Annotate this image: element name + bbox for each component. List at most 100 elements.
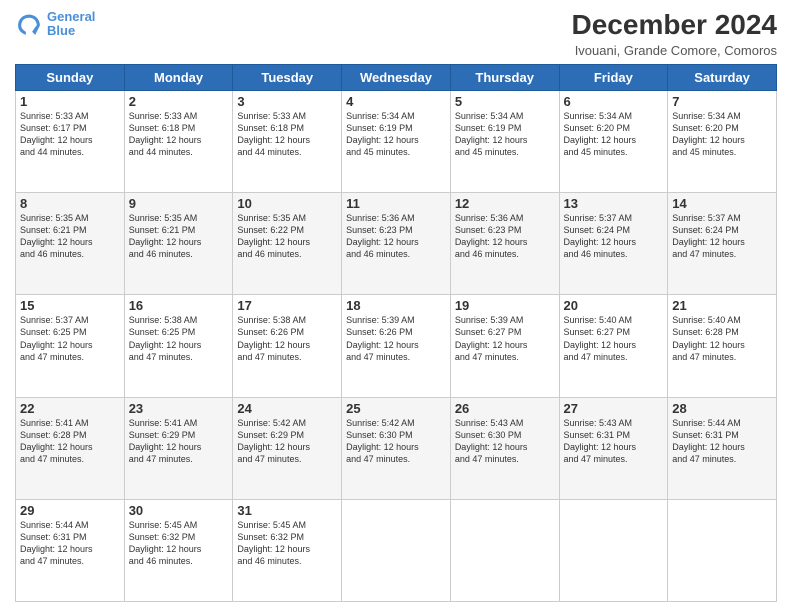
day-number: 2	[129, 94, 229, 109]
day-number: 14	[672, 196, 772, 211]
table-row: 15 Sunrise: 5:37 AM Sunset: 6:25 PM Dayl…	[16, 295, 125, 397]
day-info: Sunrise: 5:40 AM Sunset: 6:27 PM Dayligh…	[564, 314, 664, 363]
logo-icon	[15, 10, 43, 38]
sub-title: Ivouani, Grande Comore, Comoros	[572, 43, 777, 58]
day-number: 31	[237, 503, 337, 518]
table-row: 3 Sunrise: 5:33 AM Sunset: 6:18 PM Dayli…	[233, 90, 342, 192]
col-friday: Friday	[559, 64, 668, 90]
table-row: 9 Sunrise: 5:35 AM Sunset: 6:21 PM Dayli…	[124, 193, 233, 295]
day-info: Sunrise: 5:34 AM Sunset: 6:19 PM Dayligh…	[346, 110, 446, 159]
col-sunday: Sunday	[16, 64, 125, 90]
day-info: Sunrise: 5:35 AM Sunset: 6:22 PM Dayligh…	[237, 212, 337, 261]
day-number: 26	[455, 401, 555, 416]
col-thursday: Thursday	[450, 64, 559, 90]
logo-text: General Blue	[47, 10, 95, 39]
day-info: Sunrise: 5:45 AM Sunset: 6:32 PM Dayligh…	[237, 519, 337, 568]
table-row: 8 Sunrise: 5:35 AM Sunset: 6:21 PM Dayli…	[16, 193, 125, 295]
table-row: 28 Sunrise: 5:44 AM Sunset: 6:31 PM Dayl…	[668, 397, 777, 499]
day-number: 7	[672, 94, 772, 109]
table-row: 11 Sunrise: 5:36 AM Sunset: 6:23 PM Dayl…	[342, 193, 451, 295]
day-number: 15	[20, 298, 120, 313]
table-row: 24 Sunrise: 5:42 AM Sunset: 6:29 PM Dayl…	[233, 397, 342, 499]
day-info: Sunrise: 5:38 AM Sunset: 6:25 PM Dayligh…	[129, 314, 229, 363]
day-info: Sunrise: 5:33 AM Sunset: 6:18 PM Dayligh…	[237, 110, 337, 159]
day-info: Sunrise: 5:44 AM Sunset: 6:31 PM Dayligh…	[672, 417, 772, 466]
day-number: 20	[564, 298, 664, 313]
day-info: Sunrise: 5:43 AM Sunset: 6:31 PM Dayligh…	[564, 417, 664, 466]
day-info: Sunrise: 5:42 AM Sunset: 6:29 PM Dayligh…	[237, 417, 337, 466]
day-number: 23	[129, 401, 229, 416]
day-number: 25	[346, 401, 446, 416]
day-number: 16	[129, 298, 229, 313]
day-number: 17	[237, 298, 337, 313]
table-row: 13 Sunrise: 5:37 AM Sunset: 6:24 PM Dayl…	[559, 193, 668, 295]
col-wednesday: Wednesday	[342, 64, 451, 90]
table-row	[559, 499, 668, 601]
day-number: 24	[237, 401, 337, 416]
header: General Blue December 2024 Ivouani, Gran…	[15, 10, 777, 58]
table-row: 29 Sunrise: 5:44 AM Sunset: 6:31 PM Dayl…	[16, 499, 125, 601]
day-info: Sunrise: 5:45 AM Sunset: 6:32 PM Dayligh…	[129, 519, 229, 568]
day-number: 22	[20, 401, 120, 416]
day-number: 30	[129, 503, 229, 518]
table-row: 12 Sunrise: 5:36 AM Sunset: 6:23 PM Dayl…	[450, 193, 559, 295]
day-info: Sunrise: 5:40 AM Sunset: 6:28 PM Dayligh…	[672, 314, 772, 363]
day-info: Sunrise: 5:38 AM Sunset: 6:26 PM Dayligh…	[237, 314, 337, 363]
day-number: 27	[564, 401, 664, 416]
table-row: 2 Sunrise: 5:33 AM Sunset: 6:18 PM Dayli…	[124, 90, 233, 192]
day-info: Sunrise: 5:36 AM Sunset: 6:23 PM Dayligh…	[455, 212, 555, 261]
table-row: 7 Sunrise: 5:34 AM Sunset: 6:20 PM Dayli…	[668, 90, 777, 192]
table-row: 16 Sunrise: 5:38 AM Sunset: 6:25 PM Dayl…	[124, 295, 233, 397]
table-row: 4 Sunrise: 5:34 AM Sunset: 6:19 PM Dayli…	[342, 90, 451, 192]
day-info: Sunrise: 5:39 AM Sunset: 6:27 PM Dayligh…	[455, 314, 555, 363]
table-row: 22 Sunrise: 5:41 AM Sunset: 6:28 PM Dayl…	[16, 397, 125, 499]
day-info: Sunrise: 5:39 AM Sunset: 6:26 PM Dayligh…	[346, 314, 446, 363]
day-info: Sunrise: 5:37 AM Sunset: 6:25 PM Dayligh…	[20, 314, 120, 363]
day-info: Sunrise: 5:33 AM Sunset: 6:18 PM Dayligh…	[129, 110, 229, 159]
table-row	[450, 499, 559, 601]
table-row: 26 Sunrise: 5:43 AM Sunset: 6:30 PM Dayl…	[450, 397, 559, 499]
page: General Blue December 2024 Ivouani, Gran…	[0, 0, 792, 612]
day-info: Sunrise: 5:35 AM Sunset: 6:21 PM Dayligh…	[129, 212, 229, 261]
day-info: Sunrise: 5:33 AM Sunset: 6:17 PM Dayligh…	[20, 110, 120, 159]
day-number: 13	[564, 196, 664, 211]
col-tuesday: Tuesday	[233, 64, 342, 90]
day-info: Sunrise: 5:34 AM Sunset: 6:19 PM Dayligh…	[455, 110, 555, 159]
day-info: Sunrise: 5:41 AM Sunset: 6:29 PM Dayligh…	[129, 417, 229, 466]
calendar-header-row: Sunday Monday Tuesday Wednesday Thursday…	[16, 64, 777, 90]
day-number: 8	[20, 196, 120, 211]
day-info: Sunrise: 5:34 AM Sunset: 6:20 PM Dayligh…	[564, 110, 664, 159]
calendar-table: Sunday Monday Tuesday Wednesday Thursday…	[15, 64, 777, 602]
day-info: Sunrise: 5:44 AM Sunset: 6:31 PM Dayligh…	[20, 519, 120, 568]
day-info: Sunrise: 5:43 AM Sunset: 6:30 PM Dayligh…	[455, 417, 555, 466]
table-row: 21 Sunrise: 5:40 AM Sunset: 6:28 PM Dayl…	[668, 295, 777, 397]
table-row: 19 Sunrise: 5:39 AM Sunset: 6:27 PM Dayl…	[450, 295, 559, 397]
table-row: 23 Sunrise: 5:41 AM Sunset: 6:29 PM Dayl…	[124, 397, 233, 499]
day-number: 5	[455, 94, 555, 109]
day-info: Sunrise: 5:34 AM Sunset: 6:20 PM Dayligh…	[672, 110, 772, 159]
day-info: Sunrise: 5:37 AM Sunset: 6:24 PM Dayligh…	[672, 212, 772, 261]
day-number: 18	[346, 298, 446, 313]
day-number: 28	[672, 401, 772, 416]
day-number: 10	[237, 196, 337, 211]
table-row: 31 Sunrise: 5:45 AM Sunset: 6:32 PM Dayl…	[233, 499, 342, 601]
table-row: 27 Sunrise: 5:43 AM Sunset: 6:31 PM Dayl…	[559, 397, 668, 499]
table-row: 14 Sunrise: 5:37 AM Sunset: 6:24 PM Dayl…	[668, 193, 777, 295]
day-number: 11	[346, 196, 446, 211]
day-info: Sunrise: 5:35 AM Sunset: 6:21 PM Dayligh…	[20, 212, 120, 261]
day-info: Sunrise: 5:41 AM Sunset: 6:28 PM Dayligh…	[20, 417, 120, 466]
day-info: Sunrise: 5:36 AM Sunset: 6:23 PM Dayligh…	[346, 212, 446, 261]
table-row	[668, 499, 777, 601]
title-block: December 2024 Ivouani, Grande Comore, Co…	[572, 10, 777, 58]
table-row: 6 Sunrise: 5:34 AM Sunset: 6:20 PM Dayli…	[559, 90, 668, 192]
col-saturday: Saturday	[668, 64, 777, 90]
table-row	[342, 499, 451, 601]
logo: General Blue	[15, 10, 95, 39]
day-number: 4	[346, 94, 446, 109]
day-number: 3	[237, 94, 337, 109]
day-number: 21	[672, 298, 772, 313]
day-number: 12	[455, 196, 555, 211]
table-row: 5 Sunrise: 5:34 AM Sunset: 6:19 PM Dayli…	[450, 90, 559, 192]
col-monday: Monday	[124, 64, 233, 90]
day-number: 29	[20, 503, 120, 518]
